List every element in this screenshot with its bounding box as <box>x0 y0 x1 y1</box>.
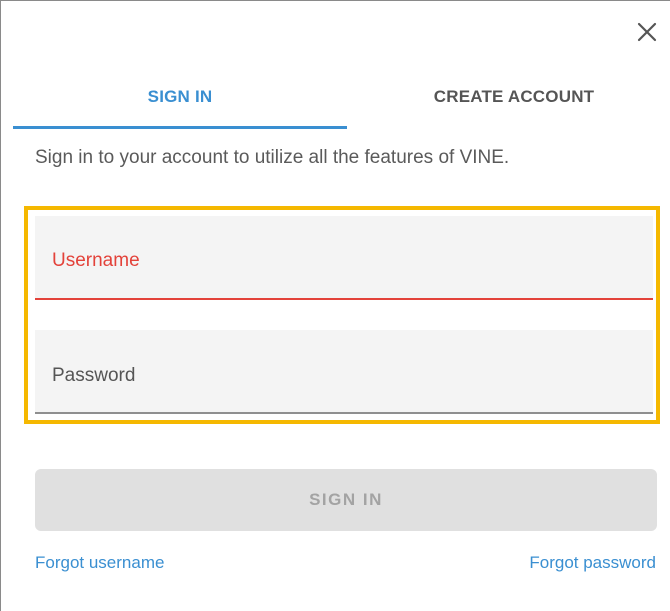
sign-in-button[interactable]: SIGN IN <box>35 469 657 531</box>
password-field[interactable]: Password <box>35 330 653 414</box>
username-label: Username <box>52 250 140 271</box>
username-field[interactable]: Username <box>35 216 653 300</box>
close-button[interactable] <box>634 19 660 45</box>
tab-sign-in[interactable]: SIGN IN <box>13 67 347 129</box>
tab-sign-in-label: SIGN IN <box>147 87 213 106</box>
forgot-username-link[interactable]: Forgot username <box>35 553 164 573</box>
close-icon <box>637 22 657 42</box>
forgot-password-link[interactable]: Forgot password <box>529 553 656 573</box>
tab-create-account[interactable]: CREATE ACCOUNT <box>347 67 670 127</box>
password-input[interactable] <box>52 384 636 406</box>
sign-in-dialog: SIGN IN CREATE ACCOUNT Sign in to your a… <box>0 0 670 611</box>
username-input[interactable] <box>52 270 636 292</box>
tab-create-account-label: CREATE ACCOUNT <box>433 87 595 106</box>
auth-tabs: SIGN IN CREATE ACCOUNT <box>13 67 670 129</box>
intro-text: Sign in to your account to utilize all t… <box>35 147 510 168</box>
